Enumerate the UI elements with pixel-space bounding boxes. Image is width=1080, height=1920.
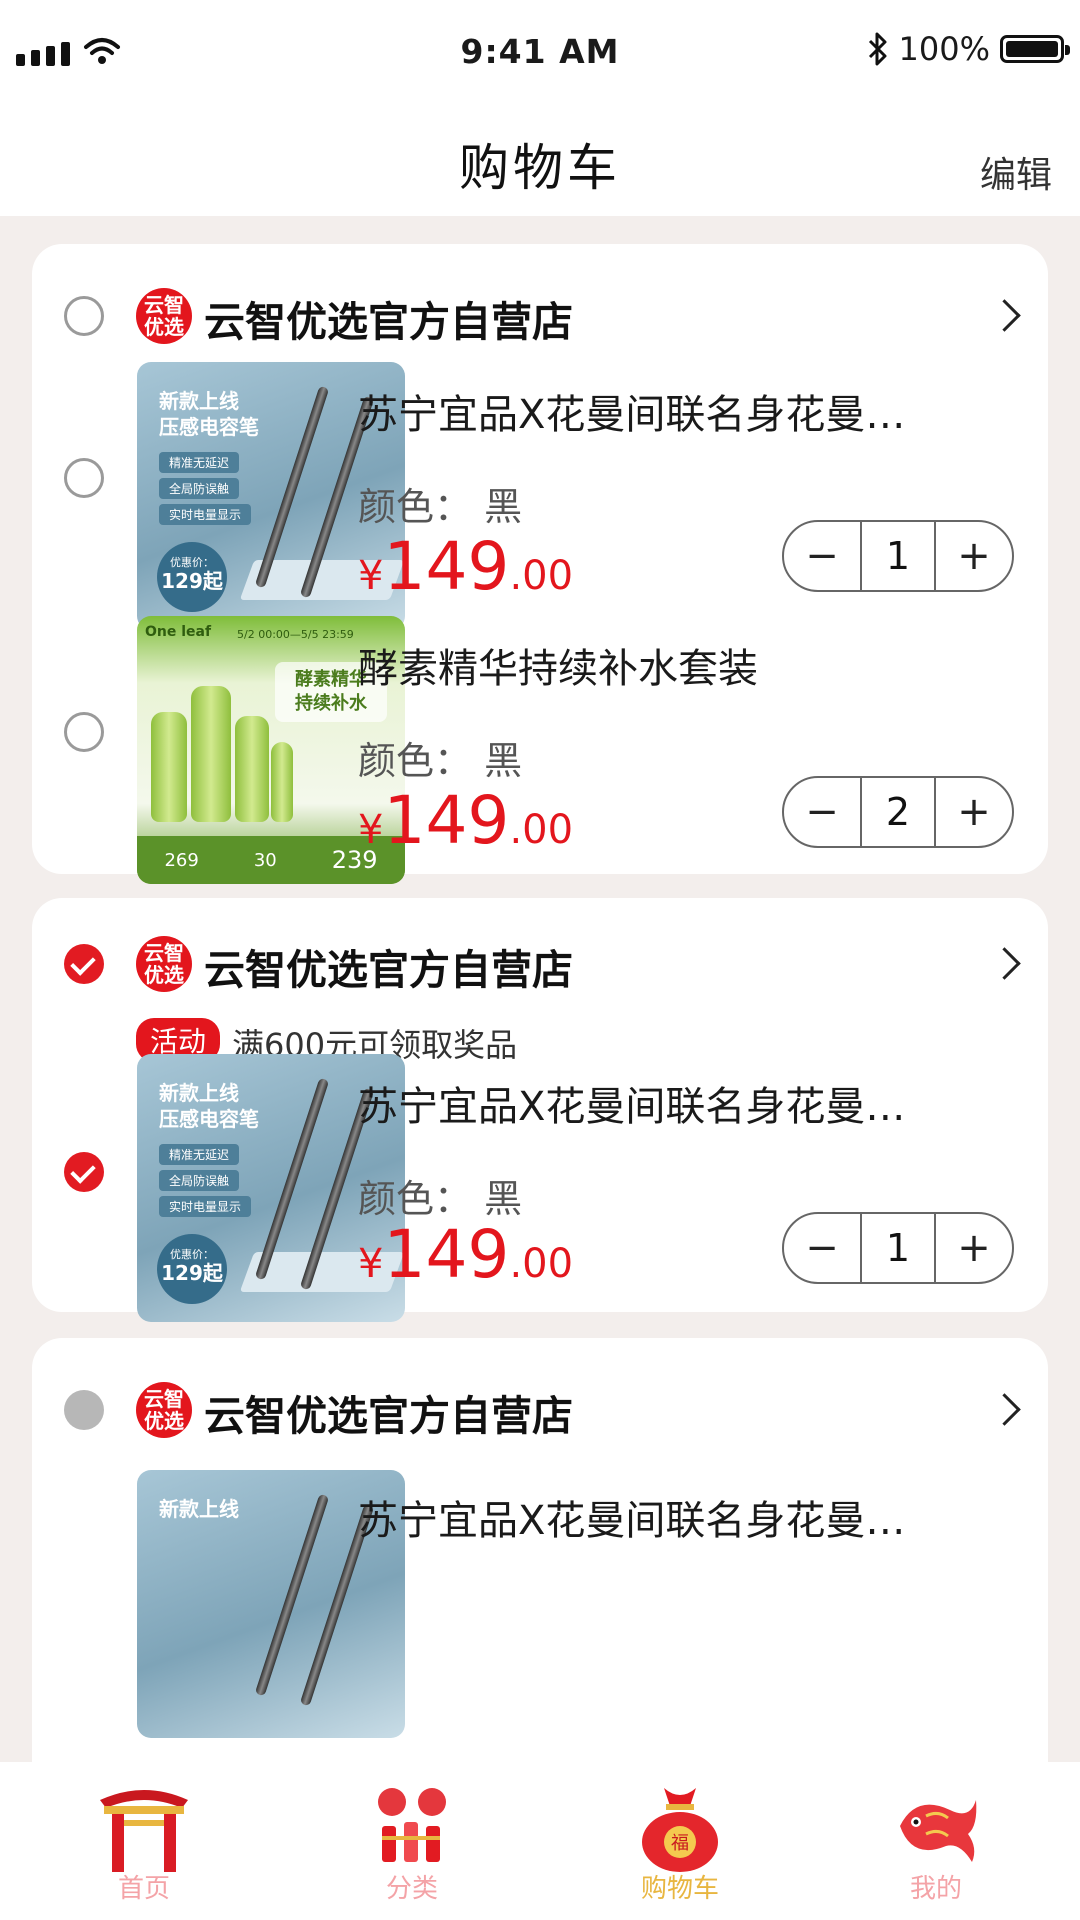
item-select-radio-checked[interactable] bbox=[64, 1152, 104, 1192]
image-headline: 新款上线 压感电容笔 bbox=[159, 389, 259, 439]
store-logo-text: 云智优选 bbox=[144, 293, 184, 339]
quantity-value[interactable]: 1 bbox=[860, 522, 936, 590]
image-price-badge: 优惠价： 129起 bbox=[157, 542, 227, 612]
store-logo: 云智优选 bbox=[136, 288, 192, 344]
quantity-value[interactable]: 1 bbox=[860, 1214, 936, 1282]
tab-category[interactable]: 分类 bbox=[332, 1776, 492, 1916]
battery-percent: 100% bbox=[898, 30, 990, 68]
product-spec[interactable]: 颜色： 黑 bbox=[358, 730, 522, 785]
image-tag: 实时电量显示 bbox=[159, 504, 252, 525]
quantity-stepper: − 1 + bbox=[782, 1212, 1014, 1284]
tab-mine[interactable]: 我的 bbox=[856, 1776, 1016, 1916]
image-tag: 全局防误触 bbox=[159, 478, 240, 499]
product-price: ¥149.00 bbox=[358, 528, 574, 605]
chevron-right-icon[interactable] bbox=[988, 947, 1021, 980]
image-headline: 新款上线 压感电容笔 bbox=[159, 1081, 259, 1131]
lucky-bag-icon: 福 bbox=[630, 1776, 730, 1876]
store-logo: 云智优选 bbox=[136, 1382, 192, 1438]
edit-button[interactable]: 编辑 bbox=[980, 146, 1052, 198]
increase-button[interactable]: + bbox=[936, 1214, 1012, 1282]
store-name[interactable]: 云智优选官方自营店 bbox=[204, 288, 573, 348]
product-price: ¥149.00 bbox=[358, 1216, 574, 1293]
image-price: 30 bbox=[253, 849, 277, 871]
image-tags: 精准无延迟 全局防误触 实时电量显示 bbox=[159, 1144, 252, 1217]
quantity-stepper: − 2 + bbox=[782, 776, 1014, 848]
product-price: ¥149.00 bbox=[358, 782, 574, 859]
chevron-right-icon[interactable] bbox=[988, 299, 1021, 332]
nav-header: 购物车 编辑 bbox=[0, 104, 1080, 216]
product-title[interactable]: 酵素精华持续补水套装 bbox=[358, 636, 938, 694]
svg-text:福: 福 bbox=[671, 1833, 689, 1854]
store-card: 云智优选 云智优选官方自营店 新款上线 压感电容笔 精准无延迟 全局防误触 实时电… bbox=[32, 244, 1048, 884]
store-card: 云智优选 云智优选官方自营店 活动 满600元可领取奖品 新款上线 压感电容笔 精… bbox=[32, 898, 1048, 1322]
decrease-button[interactable]: − bbox=[784, 522, 860, 590]
page-title: 购物车 bbox=[459, 139, 621, 197]
image-price: 269 bbox=[164, 849, 199, 871]
image-headline: 新款上线 bbox=[159, 1497, 239, 1521]
store-select-radio-disabled[interactable] bbox=[64, 1390, 104, 1430]
chevron-right-icon[interactable] bbox=[988, 1393, 1021, 1426]
store-select-radio-checked[interactable] bbox=[64, 944, 104, 984]
product-spec[interactable]: 颜色： 黑 bbox=[358, 476, 522, 531]
status-right-group: 100% bbox=[867, 30, 1070, 68]
increase-button[interactable]: + bbox=[936, 778, 1012, 846]
tab-bar: 首页 分类 福 购物车 我的 bbox=[0, 1762, 1080, 1920]
gate-icon bbox=[94, 1776, 194, 1876]
bluetooth-icon bbox=[868, 32, 887, 66]
store-select-radio[interactable] bbox=[64, 296, 104, 336]
store-name[interactable]: 云智优选官方自营店 bbox=[204, 936, 573, 996]
item-select-radio[interactable] bbox=[64, 712, 104, 752]
image-tag: 实时电量显示 bbox=[159, 1196, 252, 1217]
store-logo-text: 云智优选 bbox=[144, 1387, 184, 1433]
tab-cart[interactable]: 福 购物车 bbox=[600, 1776, 760, 1916]
item-select-radio[interactable] bbox=[64, 458, 104, 498]
battery-icon bbox=[1000, 35, 1070, 63]
image-date: 5/2 00:00—5/5 23:59 bbox=[237, 628, 354, 641]
quantity-stepper: − 1 + bbox=[782, 520, 1014, 592]
koi-fish-icon bbox=[886, 1776, 986, 1876]
tab-home[interactable]: 首页 bbox=[64, 1776, 224, 1916]
image-tags: 精准无延迟 全局防误触 实时电量显示 bbox=[159, 452, 252, 525]
bottle-icon bbox=[271, 742, 293, 822]
store-name[interactable]: 云智优选官方自营店 bbox=[204, 1382, 573, 1442]
product-spec[interactable]: 颜色： 黑 bbox=[358, 1168, 522, 1223]
store-logo-text: 云智优选 bbox=[144, 941, 184, 987]
product-title[interactable]: 苏宁宜品X花曼间联名身花曼… bbox=[358, 382, 938, 440]
bottle-icon bbox=[151, 712, 187, 822]
image-price-badge: 优惠价： 129起 bbox=[157, 1234, 227, 1304]
decrease-button[interactable]: − bbox=[784, 778, 860, 846]
image-brand: One leaf bbox=[145, 624, 212, 640]
product-title[interactable]: 苏宁宜品X花曼间联名身花曼… bbox=[358, 1074, 938, 1132]
decrease-button[interactable]: − bbox=[784, 1214, 860, 1282]
firecracker-icon bbox=[362, 1776, 462, 1876]
image-tag: 精准无延迟 bbox=[159, 452, 240, 473]
image-tag: 精准无延迟 bbox=[159, 1144, 240, 1165]
status-bar: 9:41 AM 100% bbox=[0, 0, 1080, 104]
bottle-icon bbox=[191, 686, 231, 822]
product-title[interactable]: 苏宁宜品X花曼间联名身花曼… bbox=[358, 1488, 938, 1546]
increase-button[interactable]: + bbox=[936, 522, 1012, 590]
quantity-value[interactable]: 2 bbox=[860, 778, 936, 846]
store-card: 云智优选 云智优选官方自营店 新款上线 苏宁宜品X花曼间联名身花曼… bbox=[32, 1338, 1048, 1762]
store-logo: 云智优选 bbox=[136, 936, 192, 992]
bottle-icon bbox=[235, 716, 269, 822]
cart-list[interactable]: 云智优选 云智优选官方自营店 新款上线 压感电容笔 精准无延迟 全局防误触 实时电… bbox=[0, 216, 1080, 1762]
image-tag: 全局防误触 bbox=[159, 1170, 240, 1191]
